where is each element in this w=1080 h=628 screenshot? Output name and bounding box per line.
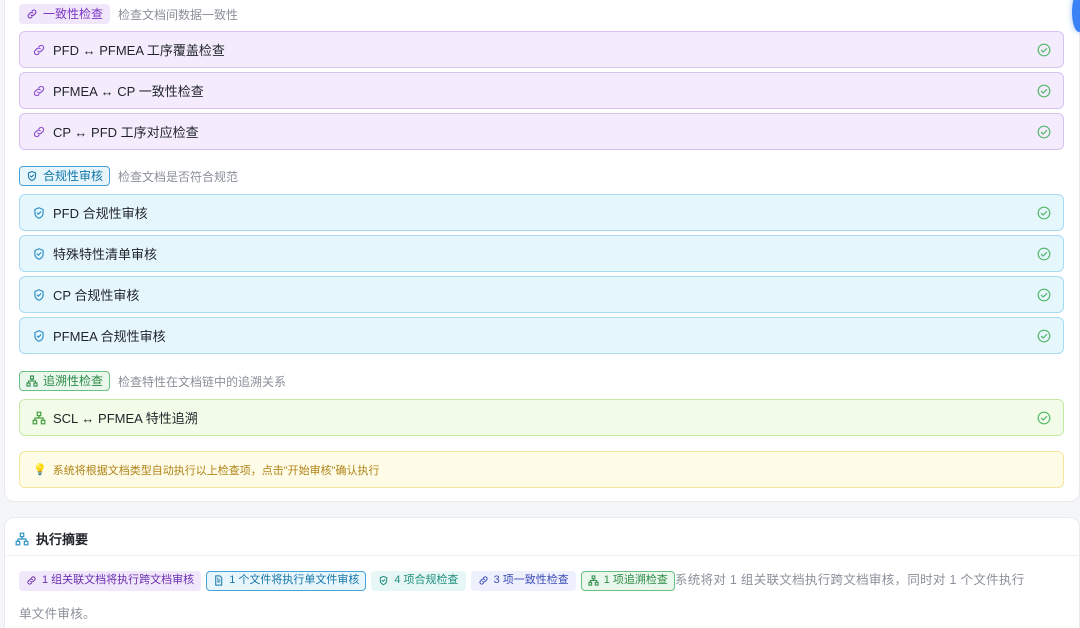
check-circle-icon — [1037, 206, 1051, 219]
check-item-cp-compliance[interactable]: CP 合规性审核 — [19, 276, 1064, 313]
chip-label: 4 项合规检查 — [394, 574, 459, 587]
chip-traceability-count: 1 项追溯检查 — [580, 570, 675, 591]
shield-icon — [34, 329, 44, 342]
summary-header: 执行摘要 — [15, 529, 88, 548]
summary-text-continued: 单文件审核。 — [19, 607, 96, 621]
summary-text: 系统将对 1 组关联文档执行跨文档审核，同时对 1 个文件执行 — [674, 573, 1025, 588]
consistency-section-header: 一致性检查 检查文档间数据一致性 — [19, 4, 238, 24]
link-icon — [33, 44, 45, 55]
chip-cross-document: 1 组关联文档将执行跨文档审核 — [19, 570, 202, 591]
link-icon — [479, 576, 488, 585]
lightbulb-icon: 💡 — [33, 464, 47, 476]
compliance-tag: 合规性审核 — [19, 166, 111, 186]
chip-label: 1 组关联文档将执行跨文档审核 — [42, 574, 195, 587]
check-circle-icon — [1037, 411, 1051, 424]
hierarchy-icon — [26, 375, 38, 387]
check-item-label: 特殊特性清单审核 — [53, 247, 158, 262]
check-circle-icon — [1037, 43, 1051, 56]
check-item-pfmea-compliance[interactable]: PFMEA 合规性审核 — [19, 317, 1064, 354]
info-tip: 💡 系统将根据文档类型自动执行以上检查项，点击"开始审核"确认执行 — [19, 451, 1064, 488]
check-item-pfmea-cp[interactable]: PFMEA ↔ CP 一致性检查 — [19, 72, 1064, 109]
check-item-label: SCL ↔ PFMEA 特性追溯 — [53, 411, 198, 426]
link-icon — [27, 9, 37, 19]
check-circle-icon — [1037, 247, 1051, 260]
check-item-special-characteristics[interactable]: 特殊特性清单审核 — [19, 235, 1064, 272]
shield-icon — [34, 247, 44, 260]
chip-compliance-count: 4 项合规检查 — [371, 570, 466, 591]
divider — [5, 555, 1080, 556]
check-circle-icon — [1037, 84, 1051, 97]
check-item-cp-pfd[interactable]: CP ↔ PFD 工序对应检查 — [19, 113, 1064, 150]
check-item-label: CP ↔ PFD 工序对应检查 — [53, 125, 199, 140]
chip-label: 3 项一致性检查 — [493, 574, 569, 587]
shield-icon — [380, 576, 388, 586]
summary-chips: 1 组关联文档将执行跨文档审核 1 个文件将执行单文件审核 4 项合规检查 3 … — [19, 570, 1071, 591]
hierarchy-icon — [15, 532, 29, 545]
shield-icon — [34, 288, 44, 301]
check-circle-icon — [1037, 288, 1051, 301]
shield-icon — [34, 206, 44, 219]
compliance-tag-label: 合规性审核 — [43, 169, 104, 183]
hierarchy-icon — [588, 575, 599, 586]
traceability-tag: 追溯性检查 — [19, 371, 111, 391]
check-item-label: PFD 合规性审核 — [53, 206, 148, 221]
document-icon — [215, 575, 223, 586]
traceability-tag-label: 追溯性检查 — [43, 374, 104, 388]
link-icon — [33, 85, 45, 96]
check-item-pfd-pfmea[interactable]: PFD ↔ PFMEA 工序覆盖检查 — [19, 31, 1064, 68]
chip-label: 1 个文件将执行单文件审核 — [229, 574, 360, 587]
chip-consistency-count: 3 项一致性检查 — [470, 570, 576, 591]
link-icon — [33, 126, 45, 137]
consistency-tag: 一致性检查 — [19, 4, 111, 24]
check-circle-icon — [1037, 329, 1051, 342]
check-item-scl-pfmea[interactable]: SCL ↔ PFMEA 特性追溯 — [19, 399, 1064, 436]
check-item-label: PFD ↔ PFMEA 工序覆盖检查 — [53, 43, 225, 58]
tip-text: 系统将根据文档类型自动执行以上检查项，点击"开始审核"确认执行 — [52, 464, 380, 477]
hierarchy-icon — [32, 411, 46, 424]
chip-single-file: 1 个文件将执行单文件审核 — [206, 570, 367, 591]
traceability-section-header: 追溯性检查 检查特性在文档链中的追溯关系 — [19, 371, 286, 391]
summary-title: 执行摘要 — [36, 532, 89, 547]
check-item-label: CP 合规性审核 — [53, 288, 140, 303]
consistency-tag-label: 一致性检查 — [43, 7, 104, 21]
check-item-label: PFMEA ↔ CP 一致性检查 — [53, 84, 204, 99]
compliance-section-header: 合规性审核 检查文档是否符合规范 — [19, 166, 238, 186]
check-circle-icon — [1037, 125, 1051, 138]
traceability-desc: 检查特性在文档链中的追溯关系 — [118, 374, 287, 389]
check-item-label: PFMEA 合规性审核 — [53, 329, 166, 344]
link-icon — [27, 576, 36, 585]
compliance-desc: 检查文档是否符合规范 — [118, 169, 239, 184]
check-item-pfd-compliance[interactable]: PFD 合规性审核 — [19, 194, 1064, 231]
chip-label: 1 项追溯检查 — [603, 574, 668, 587]
consistency-desc: 检查文档间数据一致性 — [118, 7, 239, 22]
shield-icon — [27, 170, 37, 182]
